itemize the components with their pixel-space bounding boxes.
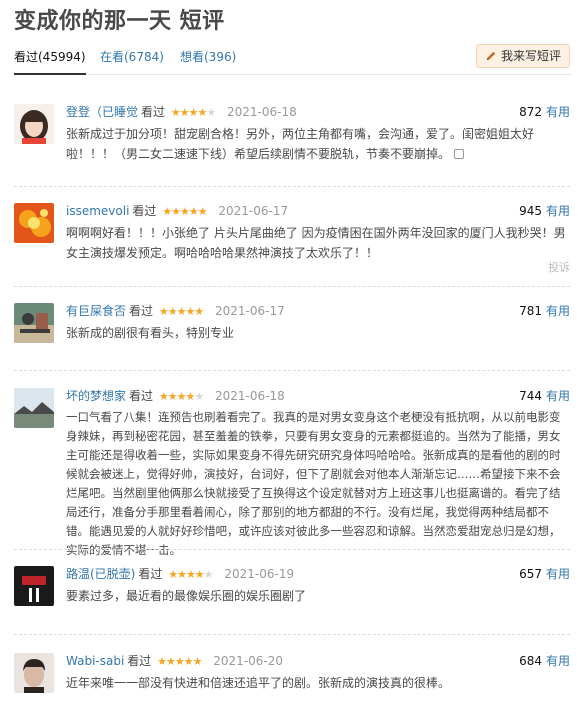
review-date: 2021-06-17 xyxy=(218,204,289,218)
rating-stars: ★★★★★ xyxy=(157,655,202,668)
vote-area: 744 有用 xyxy=(519,388,570,404)
watch-status: 看过 xyxy=(127,654,152,668)
red-seal-logo-avatar[interactable] xyxy=(14,566,54,606)
review-username[interactable]: 路温(已脱壶) xyxy=(66,567,135,581)
write-review-label: 我来写短评 xyxy=(500,49,561,63)
review-divider xyxy=(14,186,570,187)
review-username[interactable]: 坏的梦想家 xyxy=(66,389,126,403)
review-username[interactable]: Wabi-sabi xyxy=(66,654,124,668)
page: 变成你的那一天 短评 看过(45994) 在看(6784) 想看(396) 我来… xyxy=(0,0,582,707)
report-link[interactable]: 投诉 xyxy=(548,259,570,275)
vote-area: 781 有用 xyxy=(519,303,570,319)
review-date: 2021-06-18 xyxy=(227,105,297,119)
watch-status: 看过 xyxy=(132,204,157,218)
review-divider xyxy=(14,286,570,287)
boy-portrait-avatar[interactable] xyxy=(14,653,54,693)
active-tab-indicator xyxy=(14,73,86,75)
rating-stars: ★★★★★ xyxy=(158,390,204,403)
rating-stars: ★★★★★ xyxy=(162,205,207,218)
vote-area: 684 有用 xyxy=(519,653,570,669)
useful-button[interactable]: 有用 xyxy=(546,105,570,119)
useful-button[interactable]: 有用 xyxy=(546,204,570,218)
useful-button[interactable]: 有用 xyxy=(546,654,570,668)
review-divider xyxy=(14,370,570,371)
review-item: 路温(已脱壶) 看过 ★★★★★ 2021-06-19 657 有用 要素过多，最近… xyxy=(14,566,570,616)
review-item: 登登（已睡觉 看过 ★★★★★ 2021-06-18 872 有用 张新成过于加分项… xyxy=(14,104,570,170)
useful-button[interactable]: 有用 xyxy=(546,304,570,318)
vote-area: 657 有用 xyxy=(519,566,570,582)
girl-portrait-avatar[interactable] xyxy=(14,104,54,144)
review-date: 2021-06-17 xyxy=(215,304,285,318)
review-username[interactable]: issemevoli xyxy=(66,204,129,218)
tab-want-to-watch[interactable]: 想看(396) xyxy=(180,48,236,65)
review-text: 张新成的剧很有看头，特别专业 xyxy=(66,326,235,340)
review-username[interactable]: 登登（已睡觉 xyxy=(66,105,138,119)
sky-landscape-avatar[interactable] xyxy=(14,388,54,428)
rating-stars: ★★★★★ xyxy=(170,106,216,119)
review-item: Wabi-sabi 看过 ★★★★★ 2021-06-20 684 有用 近年来唯一… xyxy=(14,653,570,703)
review-meta: 有巨屎食否 看过 ★★★★★ 2021-06-17 781 有用 xyxy=(66,303,570,319)
vote-count: 945 xyxy=(519,204,542,218)
rating-stars: ★★★★★ xyxy=(168,568,213,581)
pen-icon xyxy=(486,51,496,60)
vintage-photo-avatar[interactable] xyxy=(14,303,54,343)
review-item: 坏的梦想家 看过 ★★★★★ 2021-06-18 744 有用 一口气看了八集！连… xyxy=(14,388,570,557)
review-date: 2021-06-20 xyxy=(213,654,284,668)
page-title: 变成你的那一天 短评 xyxy=(14,9,225,34)
vote-area: 872 有用 xyxy=(519,104,570,120)
watch-status: 看过 xyxy=(129,304,154,318)
watch-status: 看过 xyxy=(138,567,163,581)
orange-flame-avatar[interactable] xyxy=(14,203,54,243)
review-text: 一口气看了八集！连预告也刷着看完了。我真的是对男女变身这个老梗没有抵抗啊，从以前… xyxy=(66,410,561,557)
useful-button[interactable]: 有用 xyxy=(546,389,570,403)
tab-watching[interactable]: 在看(6784) xyxy=(100,48,164,65)
expand-icon[interactable] xyxy=(454,149,465,159)
review-meta: issemevoli 看过 ★★★★★ 2021-06-17 945 有用 xyxy=(66,203,570,219)
review-meta: 登登（已睡觉 看过 ★★★★★ 2021-06-18 872 有用 xyxy=(66,104,570,120)
review-item: issemevoli 看过 ★★★★★ 2021-06-17 945 有用 啊啊啊好… xyxy=(14,203,570,275)
vote-count: 781 xyxy=(519,304,542,318)
vote-area: 945 有用 xyxy=(519,203,570,219)
review-divider xyxy=(14,549,570,550)
review-meta: Wabi-sabi 看过 ★★★★★ 2021-06-20 684 有用 xyxy=(66,653,570,669)
vote-count: 872 xyxy=(519,105,542,119)
useful-button[interactable]: 有用 xyxy=(546,567,570,581)
review-text: 要素过多，最近看的最像娱乐圈的娱乐圈剧了 xyxy=(66,589,307,603)
review-meta: 坏的梦想家 看过 ★★★★★ 2021-06-18 744 有用 xyxy=(66,388,570,404)
watch-status: 看过 xyxy=(129,389,154,403)
review-divider xyxy=(14,634,570,635)
watch-status: 看过 xyxy=(141,105,166,119)
review-date: 2021-06-19 xyxy=(224,567,295,581)
vote-count: 657 xyxy=(519,567,542,581)
vote-count: 744 xyxy=(519,389,542,403)
tab-bar: 看过(45994) 在看(6784) 想看(396) 我来写短评 xyxy=(14,42,572,75)
vote-count: 684 xyxy=(519,654,542,668)
review-text-wrap: 张新成过于加分项！甜宠剧合格！另外，两位主角都有嘴，会沟通，爱了。闺密姐姐太好啦… xyxy=(66,124,570,164)
review-meta: 路温(已脱壶) 看过 ★★★★★ 2021-06-19 657 有用 xyxy=(66,566,570,582)
review-text: 啊啊啊好看！！！小张绝了 片头片尾曲绝了 因为疫情困在国外两年没回家的厦门人我秒… xyxy=(66,226,566,260)
tab-watched[interactable]: 看过(45994) xyxy=(14,48,86,65)
review-text: 近年来唯一一部没有快进和倍速还追平了的剧。张新成的演技真的很棒。 xyxy=(66,676,451,690)
review-item: 有巨屎食否 看过 ★★★★★ 2021-06-17 781 有用 张新成的剧很有看头… xyxy=(14,303,570,353)
rating-stars: ★★★★★ xyxy=(158,305,204,318)
review-username[interactable]: 有巨屎食否 xyxy=(66,304,126,318)
review-date: 2021-06-18 xyxy=(215,389,285,403)
write-review-button[interactable]: 我来写短评 xyxy=(475,44,570,68)
